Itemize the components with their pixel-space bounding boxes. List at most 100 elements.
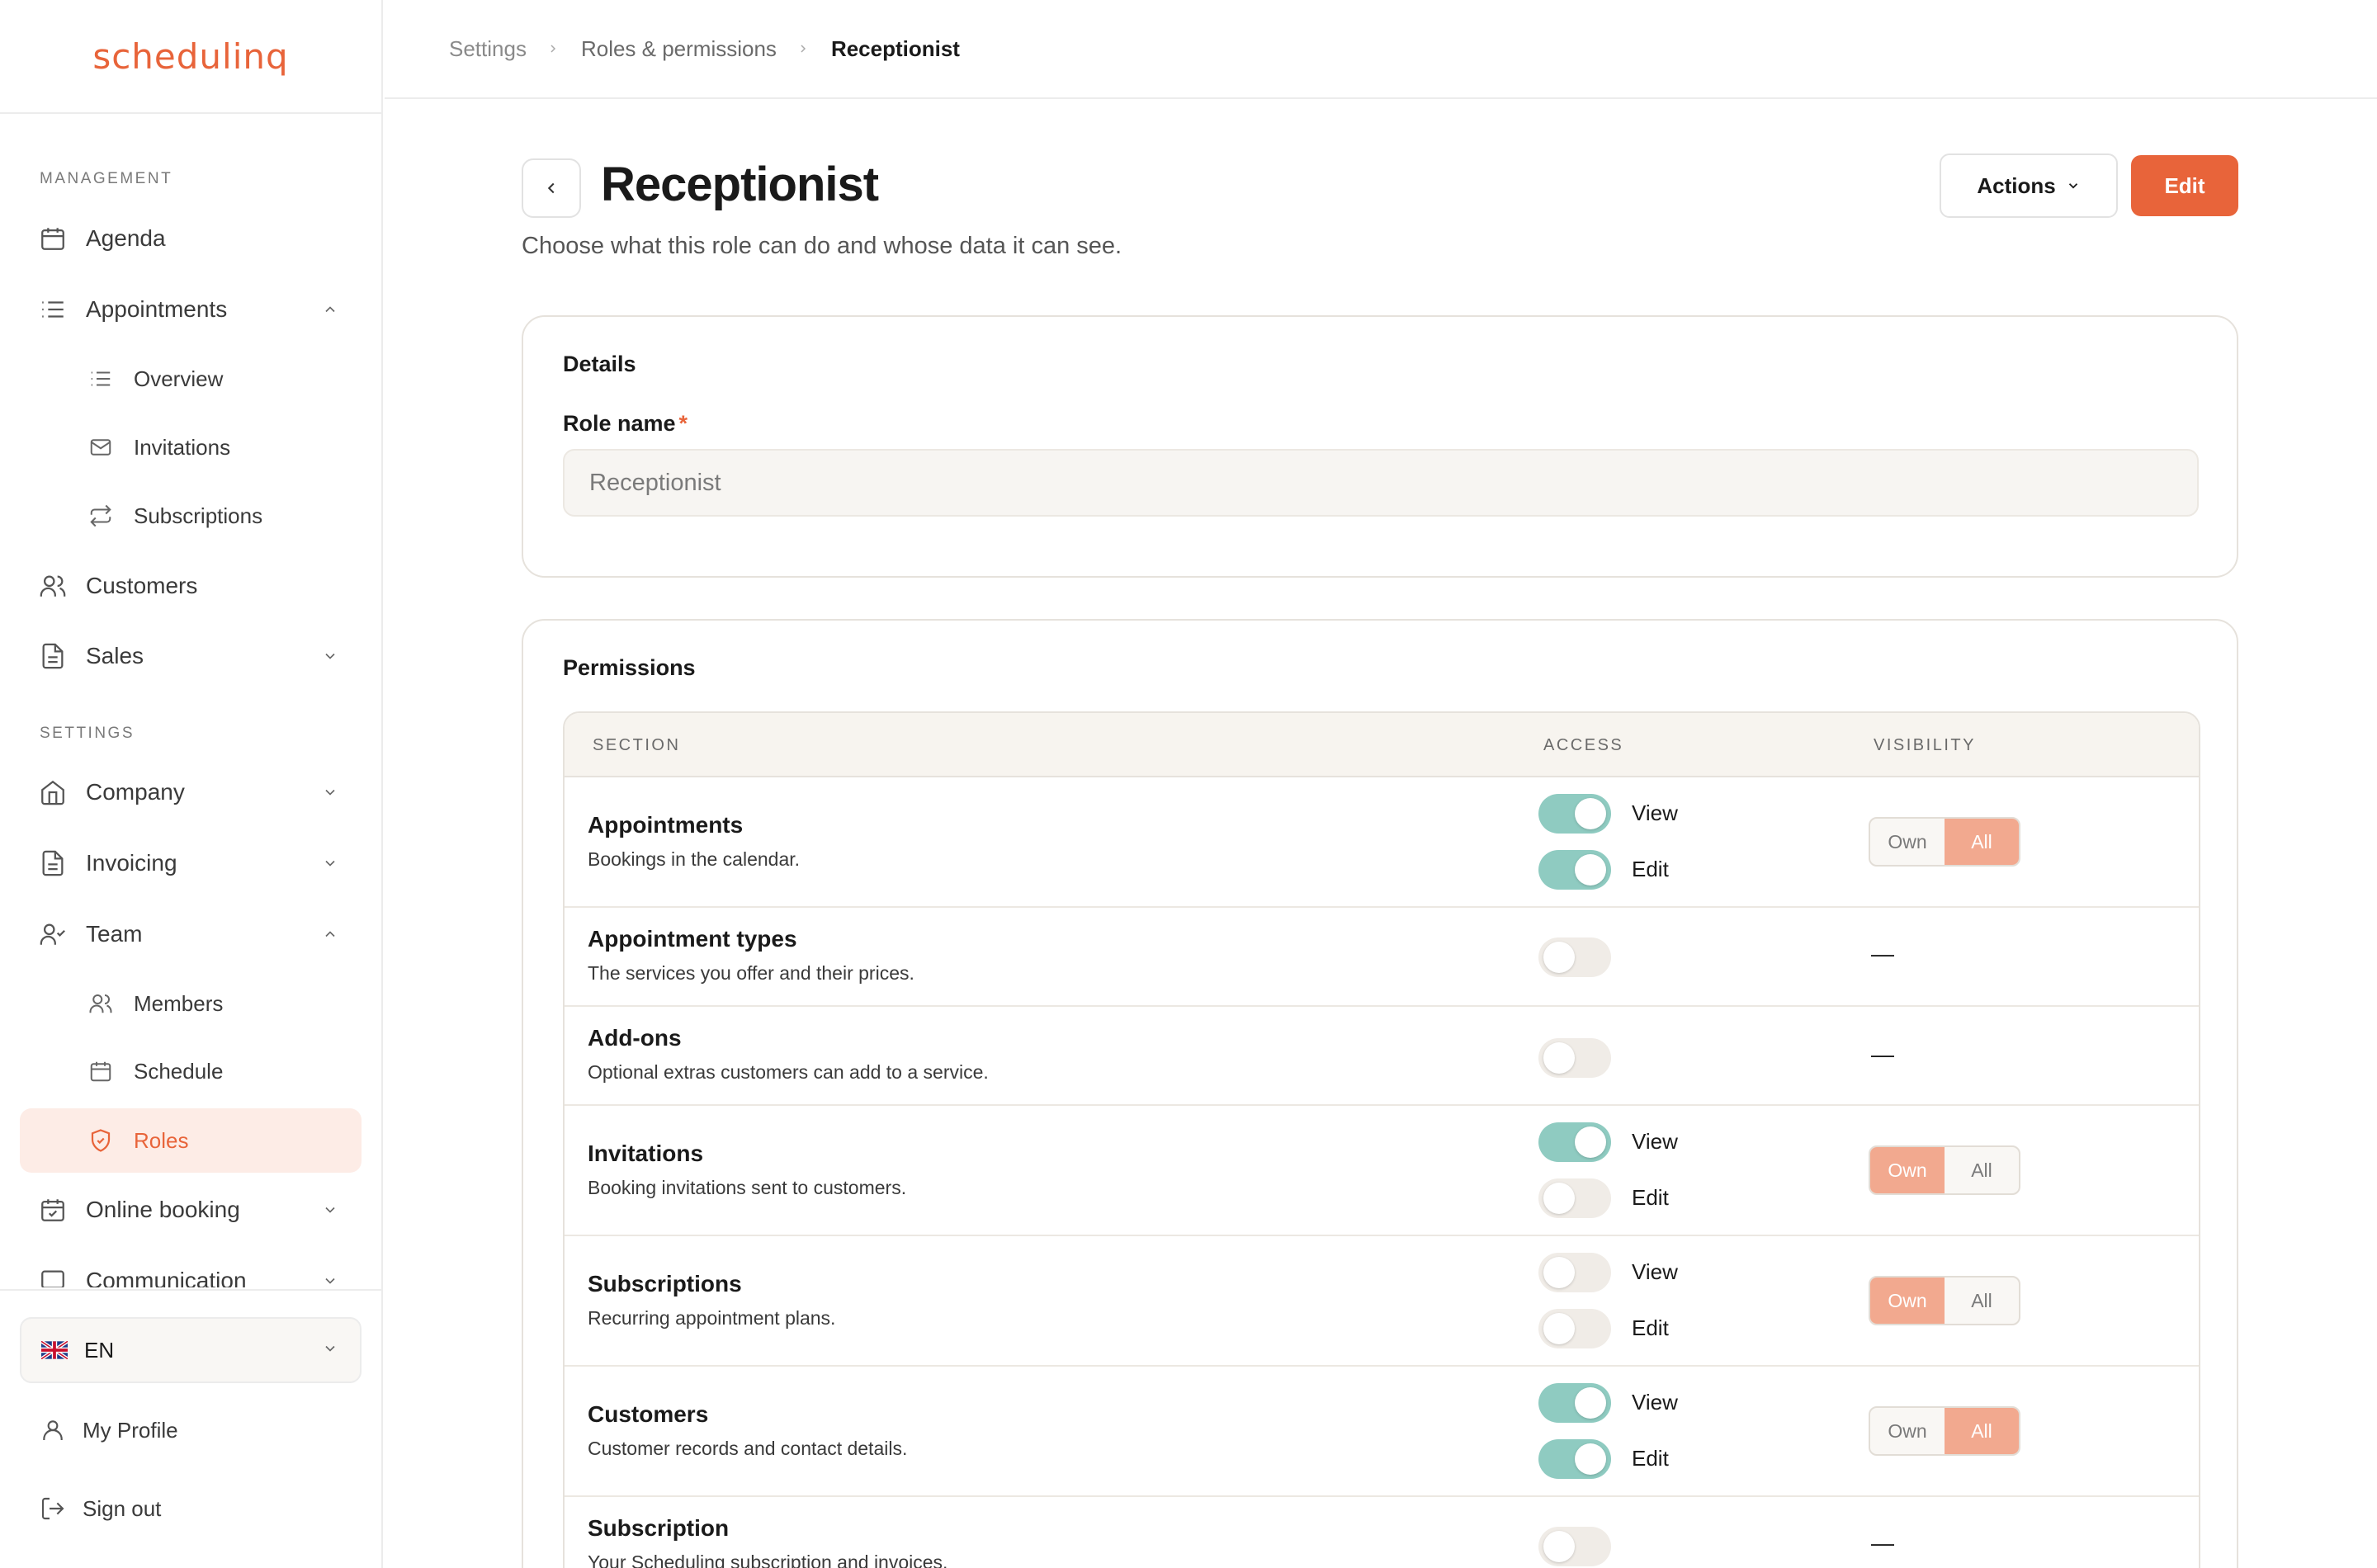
visibility-none: — xyxy=(1871,941,1894,966)
users-icon xyxy=(87,990,114,1017)
view-label: View xyxy=(1632,801,1678,825)
visibility-own[interactable]: Own xyxy=(1870,1408,1945,1454)
visibility-none: — xyxy=(1871,1530,1894,1556)
sidebar-item-customers[interactable]: Customers xyxy=(20,554,362,618)
edit-toggle[interactable] xyxy=(1538,1309,1611,1348)
chevron-down-icon xyxy=(322,1340,338,1361)
sidebar-item-schedule[interactable]: Schedule xyxy=(20,1039,362,1103)
sidebar-item-appointments[interactable]: Appointments xyxy=(20,277,362,342)
sidebar-item-company[interactable]: Company xyxy=(20,760,362,824)
edit-label: Edit xyxy=(1632,857,1669,881)
logo-text: schedulinq xyxy=(92,35,289,77)
visibility-own[interactable]: Own xyxy=(1870,1278,1945,1324)
my-profile-label: My Profile xyxy=(83,1417,178,1443)
role-name-label-text: Role name xyxy=(563,411,676,436)
sidebar-scroll-clip: Communication xyxy=(0,1238,381,1287)
sign-out-icon xyxy=(38,1494,68,1523)
sidebar-item-label: Agenda xyxy=(86,225,166,251)
sidebar-item-agenda[interactable]: Agenda xyxy=(20,206,362,271)
row-name: Customers xyxy=(588,1401,709,1427)
chevron-down-icon xyxy=(320,1271,340,1287)
actions-button[interactable]: Actions xyxy=(1940,153,2118,218)
back-button[interactable] xyxy=(522,158,581,218)
message-icon xyxy=(38,1266,68,1287)
users-icon xyxy=(38,571,68,601)
list-icon xyxy=(87,366,114,392)
language-label: EN xyxy=(84,1337,115,1363)
visibility-segment: Own All xyxy=(1869,817,2020,867)
toggle-knob xyxy=(1575,854,1606,886)
access-toggle[interactable] xyxy=(1538,937,1611,977)
sidebar-item-label: Appointments xyxy=(86,296,228,322)
shield-icon xyxy=(87,1127,114,1154)
sidebar-item-subscriptions[interactable]: Subscriptions xyxy=(20,484,362,548)
chevron-down-icon xyxy=(320,853,340,873)
permissions-table: SECTION ACCESS VISIBILITY Appointments B… xyxy=(563,711,2200,1568)
row-name: Subscription xyxy=(588,1515,730,1541)
visibility-all[interactable]: All xyxy=(1945,1278,2019,1324)
visibility-all[interactable]: All xyxy=(1945,1408,2019,1454)
sidebar-item-label: Members xyxy=(134,990,224,1016)
sidebar-item-team[interactable]: Team xyxy=(20,902,362,966)
sidebar-item-roles[interactable]: Roles xyxy=(20,1108,362,1173)
row-description: The services you offer and their prices. xyxy=(588,962,914,984)
edit-toggle[interactable] xyxy=(1538,850,1611,890)
sidebar-item-members[interactable]: Members xyxy=(20,971,362,1036)
my-profile-link[interactable]: My Profile xyxy=(20,1400,362,1460)
chevron-right-icon xyxy=(796,41,811,56)
sidebar-item-overview[interactable]: Overview xyxy=(20,347,362,411)
chevron-down-icon xyxy=(2068,183,2077,189)
sidebar-item-label: Schedule xyxy=(134,1058,224,1084)
sign-out-label: Sign out xyxy=(83,1495,162,1521)
toggle-knob xyxy=(1575,798,1606,829)
access-toggle[interactable] xyxy=(1538,1527,1611,1566)
sidebar-item-invoicing[interactable]: Invoicing xyxy=(20,831,362,895)
view-toggle[interactable] xyxy=(1538,794,1611,834)
column-visibility: VISIBILITY xyxy=(1874,736,1976,754)
required-mark: * xyxy=(678,411,688,436)
sign-out-link[interactable]: Sign out xyxy=(20,1479,362,1538)
view-toggle[interactable] xyxy=(1538,1253,1611,1292)
role-name-input[interactable]: Receptionist xyxy=(563,449,2199,517)
mail-icon xyxy=(87,434,114,460)
breadcrumb-roles-permissions[interactable]: Roles & permissions xyxy=(581,36,777,62)
visibility-segment: Own All xyxy=(1869,1406,2020,1456)
sidebar-item-label: Roles xyxy=(134,1127,189,1153)
sidebar-item-online-booking[interactable]: Online booking xyxy=(20,1178,362,1242)
visibility-own[interactable]: Own xyxy=(1870,819,1945,865)
toggle-knob xyxy=(1543,1042,1575,1074)
actions-label: Actions xyxy=(1977,172,2056,198)
toggle-knob xyxy=(1575,1443,1606,1475)
table-row: Appointments Bookings in the calendar. V… xyxy=(565,777,2199,908)
edit-toggle[interactable] xyxy=(1538,1178,1611,1218)
chevron-down-icon xyxy=(320,1200,340,1220)
visibility-all[interactable]: All xyxy=(1945,1147,2019,1193)
row-description: Bookings in the calendar. xyxy=(588,848,801,870)
sidebar-item-communication[interactable]: Communication xyxy=(20,1249,362,1287)
sidebar-item-label: Invoicing xyxy=(86,850,177,876)
role-name-label: Role name * xyxy=(563,411,688,437)
sidebar-item-invitations[interactable]: Invitations xyxy=(20,415,362,479)
chevron-down-icon xyxy=(320,782,340,802)
sidebar-item-label: Sales xyxy=(86,643,144,668)
visibility-segment: Own All xyxy=(1869,1145,2020,1195)
language-selector[interactable]: EN xyxy=(20,1317,362,1383)
logo[interactable]: schedulinq xyxy=(0,0,381,114)
access-toggle[interactable] xyxy=(1538,1038,1611,1078)
breadcrumb-settings[interactable]: Settings xyxy=(449,36,527,62)
calendar-icon xyxy=(87,1058,114,1084)
edit-toggle[interactable] xyxy=(1538,1439,1611,1479)
row-name: Appointments xyxy=(588,812,744,838)
chevron-left-icon xyxy=(547,182,555,194)
view-toggle[interactable] xyxy=(1538,1122,1611,1162)
edit-button[interactable]: Edit xyxy=(2131,155,2238,216)
sidebar: schedulinq MANAGEMENT Agenda Appointment… xyxy=(0,0,383,1568)
user-icon xyxy=(38,1415,68,1445)
uk-flag-icon xyxy=(40,1339,69,1361)
visibility-all[interactable]: All xyxy=(1945,819,2019,865)
visibility-own[interactable]: Own xyxy=(1870,1147,1945,1193)
sidebar-item-sales[interactable]: Sales xyxy=(20,624,362,688)
view-toggle[interactable] xyxy=(1538,1383,1611,1423)
document-icon xyxy=(38,641,68,671)
toggle-knob xyxy=(1543,942,1575,973)
